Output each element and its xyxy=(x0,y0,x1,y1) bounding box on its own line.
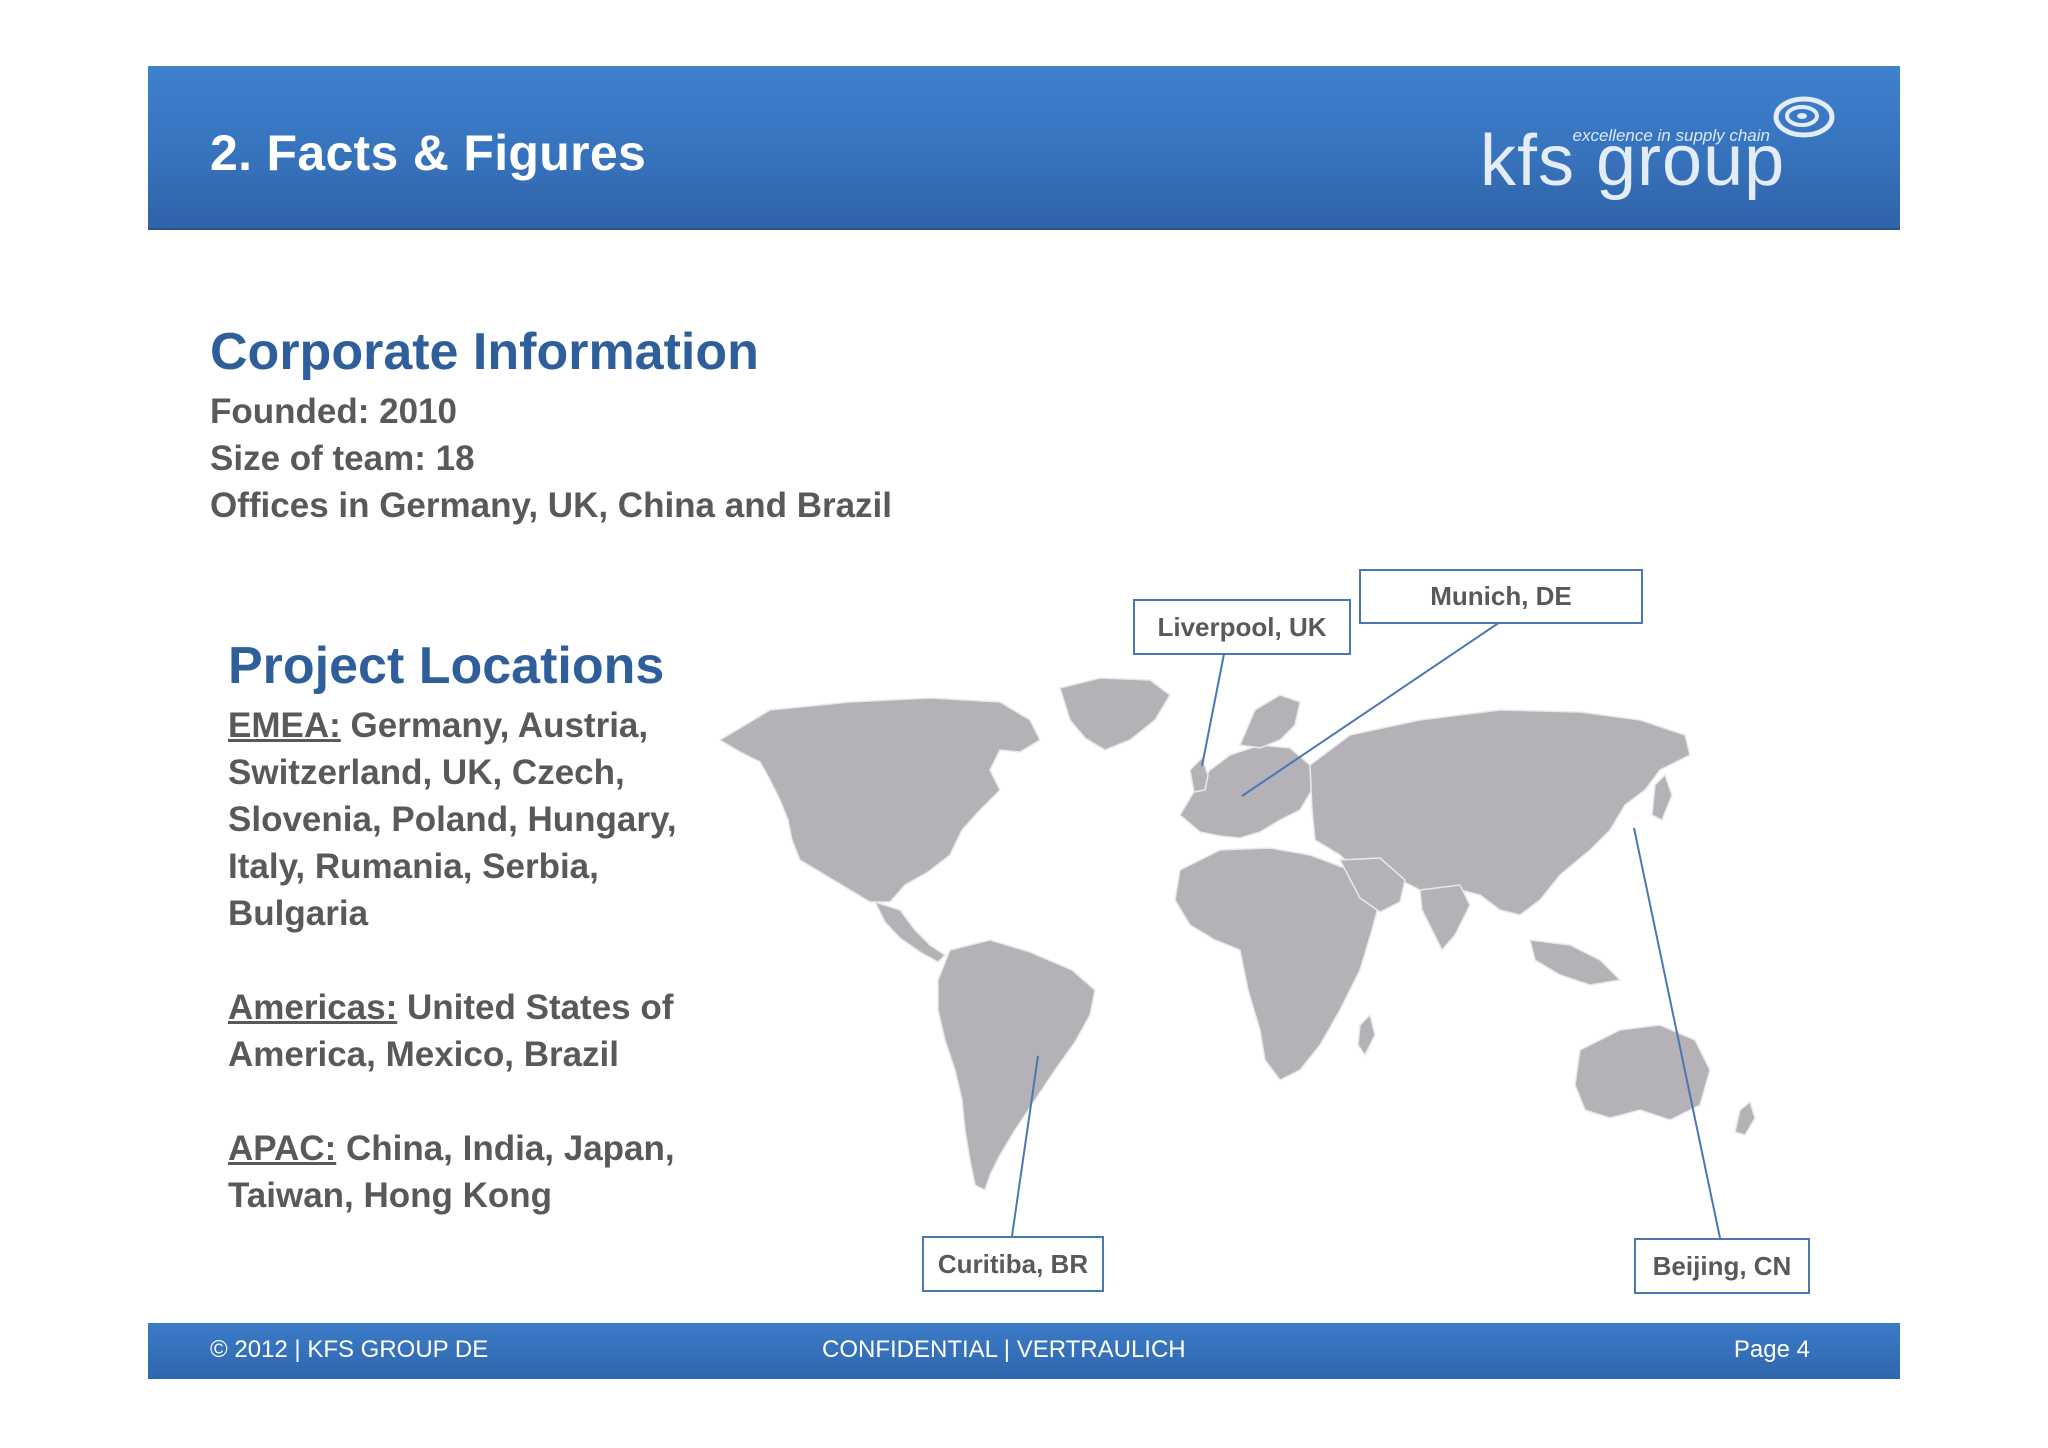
apac-line-2: Taiwan, Hong Kong xyxy=(228,1176,553,1215)
team-size-line: Size of team: 18 xyxy=(210,439,475,478)
emea-line-3: Slovenia, Poland, Hungary, xyxy=(228,800,677,839)
africa-shape xyxy=(1174,847,1381,1081)
north-america-shape xyxy=(718,697,1041,903)
corporate-info-heading: Corporate Information xyxy=(210,323,759,381)
project-locations-list: EMEA: Germany, Austria, Switzerland, UK,… xyxy=(228,702,677,1219)
callout-beijing: Beijing, CN xyxy=(1634,1238,1810,1294)
se-asia-shape xyxy=(1529,939,1622,986)
callout-curitiba: Curitiba, BR xyxy=(922,1236,1104,1292)
emea-label: EMEA: xyxy=(228,706,341,745)
uk-shape xyxy=(1189,756,1209,793)
madagascar-shape xyxy=(1357,1013,1376,1057)
footer-bar: © 2012 | KFS GROUP DE CONFIDENTIAL | VER… xyxy=(148,1323,1900,1379)
central-america-shape xyxy=(873,900,947,963)
header-bar: 2. Facts & Figures excellence in supply … xyxy=(148,66,1900,230)
americas-line-1: Americas: United States of xyxy=(228,988,674,1027)
footer-page-number: Page 4 xyxy=(1733,1336,1810,1363)
footer-copyright: © 2012 | KFS GROUP DE xyxy=(210,1336,489,1363)
americas-label: Americas: xyxy=(228,988,398,1027)
emea-line-2: Switzerland, UK, Czech, xyxy=(228,753,625,792)
india-shape xyxy=(1419,884,1471,952)
logo-wordmark: kfs group xyxy=(1480,121,1786,201)
page-title: 2. Facts & Figures xyxy=(210,125,647,181)
offices-line: Offices in Germany, UK, China and Brazil xyxy=(210,486,893,525)
scandinavia-shape xyxy=(1238,694,1301,749)
logo-swirl-icon xyxy=(1773,96,1835,138)
kfs-logo: excellence in supply chain kfs group xyxy=(1480,88,1880,206)
new-zealand-shape xyxy=(1734,1100,1756,1136)
founded-line: Founded: 2010 xyxy=(210,392,457,431)
americas-line-2: America, Mexico, Brazil xyxy=(228,1035,619,1074)
emea-line-5: Bulgaria xyxy=(228,894,369,933)
callout-munich: Munich, DE xyxy=(1359,569,1643,624)
greenland-shape xyxy=(1059,677,1171,751)
project-locations-heading: Project Locations xyxy=(228,637,665,695)
emea-line-1: EMEA: Germany, Austria, xyxy=(228,706,649,745)
south-america-shape xyxy=(937,939,1096,1192)
australia-shape xyxy=(1574,1024,1711,1121)
japan-shape xyxy=(1651,773,1673,822)
apac-label: APAC: xyxy=(228,1129,337,1168)
emea-line-4: Italy, Rumania, Serbia, xyxy=(228,847,599,886)
footer-confidential: CONFIDENTIAL | VERTRAULICH xyxy=(822,1336,1186,1363)
world-map xyxy=(718,677,1756,1192)
corporate-info-list: Founded: 2010 Size of team: 18 Offices i… xyxy=(210,388,892,529)
callout-liverpool: Liverpool, UK xyxy=(1133,599,1351,655)
apac-line-1: APAC: China, India, Japan, xyxy=(228,1129,675,1168)
